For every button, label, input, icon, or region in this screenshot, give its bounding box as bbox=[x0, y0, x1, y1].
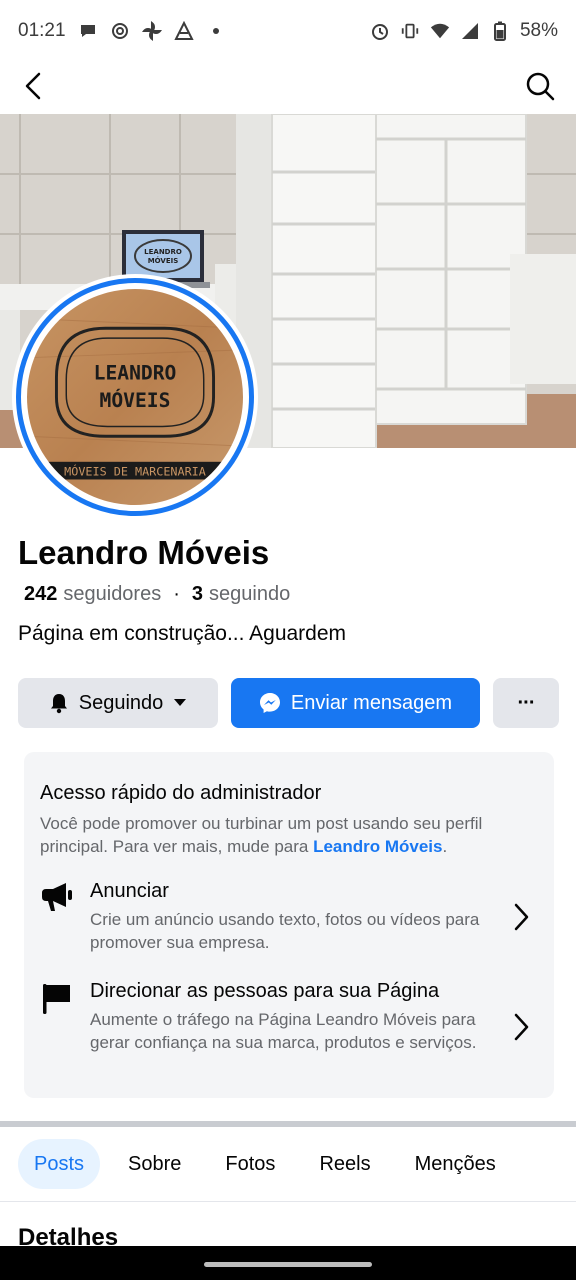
tab-reels[interactable]: Reels bbox=[303, 1139, 386, 1189]
status-bar: 01:21 58% bbox=[0, 0, 576, 62]
stats-separator: · bbox=[173, 583, 180, 605]
following-button[interactable]: Seguindo bbox=[18, 678, 218, 728]
logo-band: MÓVEIS DE MARCENARIA bbox=[64, 464, 206, 479]
followers-count[interactable]: 242 bbox=[24, 583, 57, 606]
advertise-description: Crie um anúncio usando texto, fotos ou v… bbox=[90, 910, 480, 952]
chat-bubble-icon bbox=[78, 21, 98, 41]
promote-page-description: Aumente o tráfego na Página Leandro Móve… bbox=[90, 1010, 477, 1052]
top-nav bbox=[0, 62, 576, 114]
admin-card-title: Acesso rápido do administrador bbox=[40, 782, 322, 804]
app-a-icon bbox=[173, 21, 194, 41]
admin-desc-suffix: . bbox=[442, 837, 448, 856]
logo-line-2: MÓVEIS bbox=[100, 388, 171, 412]
search-icon[interactable] bbox=[524, 70, 556, 102]
page-bio: Página em construção... Aguardem bbox=[18, 622, 347, 645]
switch-profile-link[interactable]: Leandro Móveis bbox=[313, 837, 442, 856]
more-options-button[interactable]: ··· bbox=[493, 678, 559, 728]
more-options-icon: ··· bbox=[517, 691, 536, 714]
tab-mentions[interactable]: Menções bbox=[399, 1139, 512, 1189]
vibrate-icon bbox=[400, 21, 420, 41]
chevron-left-icon[interactable] bbox=[18, 70, 50, 102]
send-message-button[interactable]: Enviar mensagem bbox=[231, 678, 480, 728]
promote-page-item[interactable]: Direcionar as pessoas para sua Página Au… bbox=[24, 976, 554, 1086]
caret-down-icon bbox=[173, 698, 187, 708]
logo-line-1: LEANDRO bbox=[94, 361, 177, 384]
chevron-right-icon bbox=[510, 902, 532, 932]
wifi-icon bbox=[430, 21, 450, 41]
tab-about[interactable]: Sobre bbox=[112, 1139, 197, 1189]
flag-icon bbox=[40, 982, 74, 1016]
admin-quick-access-card: Acesso rápido do administrador Você pode… bbox=[24, 752, 554, 1098]
openai-icon bbox=[110, 21, 130, 41]
section-divider bbox=[0, 1121, 576, 1127]
following-label: Seguindo bbox=[78, 691, 164, 714]
profile-tabs: Posts Sobre Fotos Reels Menções bbox=[18, 1139, 512, 1189]
advertise-title: Anunciar bbox=[90, 880, 169, 902]
battery-icon bbox=[490, 21, 510, 41]
dot-icon bbox=[206, 21, 226, 41]
tab-posts[interactable]: Posts bbox=[18, 1139, 101, 1189]
megaphone-icon bbox=[40, 880, 74, 914]
system-nav-bar bbox=[0, 1246, 576, 1280]
chevron-right-icon bbox=[510, 1012, 532, 1042]
followers-label[interactable]: seguidores bbox=[63, 583, 161, 606]
page-title: Leandro Móveis bbox=[18, 534, 270, 571]
messenger-icon bbox=[259, 692, 281, 714]
advertise-item[interactable]: Anunciar Crie um anúncio usando texto, f… bbox=[24, 876, 554, 960]
promote-page-title: Direcionar as pessoas para sua Página bbox=[90, 980, 440, 1002]
laptop-screen-text-1: LEANDRO bbox=[144, 248, 182, 256]
following-label[interactable]: seguindo bbox=[209, 583, 290, 606]
following-count[interactable]: 3 bbox=[192, 583, 203, 606]
signal-icon bbox=[460, 21, 480, 41]
alarm-icon bbox=[370, 21, 390, 41]
battery-percent: 58% bbox=[519, 20, 558, 41]
bell-icon bbox=[49, 692, 69, 714]
tabs-divider bbox=[0, 1201, 576, 1202]
status-time: 01:21 bbox=[18, 20, 66, 41]
send-message-label: Enviar mensagem bbox=[290, 691, 453, 714]
home-gesture-handle[interactable] bbox=[204, 1262, 372, 1267]
profile-ring: LEANDRO MÓVEIS MÓVEIS DE MARCENARIA bbox=[16, 278, 254, 516]
tab-photos[interactable]: Fotos bbox=[209, 1139, 291, 1189]
page-stats: 242 seguidores · 3 seguindo bbox=[24, 583, 290, 606]
profile-logo: LEANDRO MÓVEIS MÓVEIS DE MARCENARIA bbox=[27, 289, 243, 505]
admin-card-description: Você pode promover ou turbinar um post u… bbox=[40, 812, 540, 858]
laptop-screen-text-2: MÓVEIS bbox=[148, 256, 179, 265]
profile-picture[interactable]: LEANDRO MÓVEIS MÓVEIS DE MARCENARIA bbox=[12, 274, 258, 520]
pinwheel-icon bbox=[141, 21, 162, 41]
